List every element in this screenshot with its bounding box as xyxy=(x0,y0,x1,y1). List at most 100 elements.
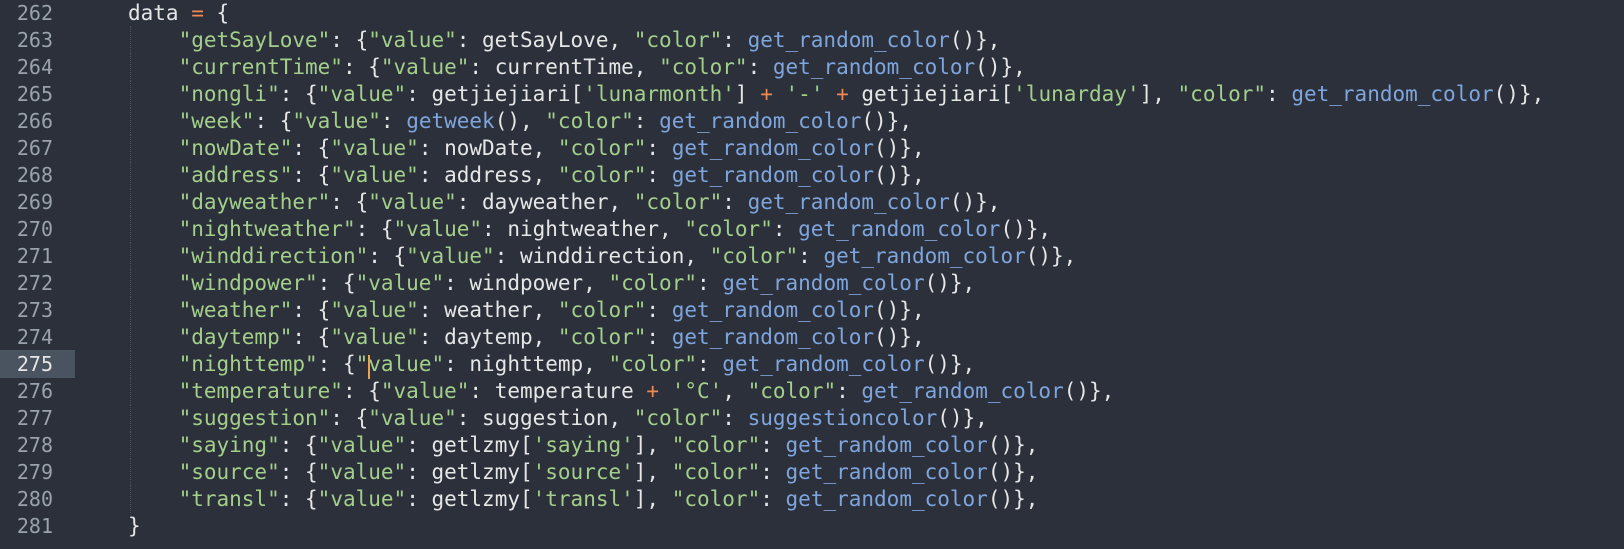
code-text: : xyxy=(760,487,786,511)
string-token: "value" xyxy=(406,244,495,268)
code-line[interactable]: 280 "transl": {"value": getlzmy['transl'… xyxy=(0,485,1624,513)
code-line[interactable]: 279 "source": {"value": getlzmy['source'… xyxy=(0,458,1624,486)
code-text: : xyxy=(836,379,862,403)
string-token: "value" xyxy=(330,163,419,187)
code-text: ()}, xyxy=(987,433,1039,457)
string-token: "color" xyxy=(633,28,723,52)
code-text: : windpower, xyxy=(444,271,609,295)
code-text: : address, xyxy=(418,163,558,187)
line-number: 278 xyxy=(16,433,53,457)
string-token: "currentTime" xyxy=(178,55,343,79)
code-content: "week": {"value": getweek(), "color": ge… xyxy=(128,107,912,135)
code-text: : xyxy=(633,109,660,133)
code-content: "nighttemp": {" value": nighttemp, "color… xyxy=(128,350,976,379)
string-token: "color" xyxy=(633,406,723,430)
code-text: : { xyxy=(279,487,318,511)
string-token: "value" xyxy=(393,217,483,241)
string-token: "nowDate" xyxy=(178,136,293,160)
code-text: : { xyxy=(279,82,318,106)
code-content: } xyxy=(128,512,141,540)
code-line[interactable]: 277 "suggestion": {"value": suggestion, … xyxy=(0,404,1624,432)
string-token: 'lunarmonth' xyxy=(583,82,735,106)
code-line[interactable]: 264 "currentTime": {"value": currentTime… xyxy=(0,53,1624,81)
code-text: : { xyxy=(330,406,369,430)
code-line[interactable]: 269 "dayweather": {"value": dayweather, … xyxy=(0,188,1624,216)
line-number: 266 xyxy=(16,109,53,133)
string-token: "color" xyxy=(557,136,647,160)
code-line[interactable]: 276 "temperature": {"value": temperature… xyxy=(0,377,1624,405)
operator-token: + xyxy=(646,379,660,403)
string-token: "source" xyxy=(178,460,280,484)
code-text: ()}, xyxy=(924,352,976,376)
string-token: "suggestion" xyxy=(178,406,331,430)
string-token: "color" xyxy=(608,271,697,295)
code-text: ()}, xyxy=(937,406,988,430)
code-content: "temperature": {"value": temperature + '… xyxy=(128,377,1115,405)
code-line[interactable]: 268 "address": {"value": address, "color… xyxy=(0,161,1624,189)
string-token: "nighttemp" xyxy=(178,352,318,376)
code-text: : xyxy=(772,217,799,241)
function-token: suggestioncolor xyxy=(747,406,938,430)
code-line[interactable]: 281} xyxy=(0,512,1624,540)
code-text: (), xyxy=(494,109,546,133)
function-token: get_random_color xyxy=(747,190,950,214)
code-line[interactable]: 274 "daytemp": {"value": daytemp, "color… xyxy=(0,323,1624,351)
string-token: "temperature" xyxy=(178,379,343,403)
function-token: get_random_color xyxy=(785,487,988,511)
code-content: "suggestion": {"value": suggestion, "col… xyxy=(128,404,988,432)
code-line[interactable]: 270 "nightweather": {"value": nightweath… xyxy=(0,215,1624,243)
code-text: ()}, xyxy=(1025,244,1077,268)
code-content: "dayweather": {"value": dayweather, "col… xyxy=(128,188,1001,216)
code-editor[interactable]: 262 data = {263 "getSayLove": {"value": g… xyxy=(0,0,1624,549)
code-text: : { xyxy=(292,163,331,187)
code-content: "weather": {"value": weather, "color": g… xyxy=(128,296,925,324)
string-token: "value" xyxy=(368,190,457,214)
line-number: 268 xyxy=(16,163,53,187)
string-token: "color" xyxy=(671,487,761,511)
code-text: : { xyxy=(292,136,331,160)
string-token: "value" xyxy=(317,433,407,457)
line-number: 280 xyxy=(16,487,53,511)
code-line[interactable]: 271 "winddirection": {"value": winddirec… xyxy=(0,242,1624,270)
code-line[interactable]: 273 "weather": {"value": weather, "color… xyxy=(0,296,1624,324)
string-token: '°C' xyxy=(671,379,723,403)
code-content: "saying": {"value": getlzmy['saying'], "… xyxy=(128,431,1039,459)
code-line[interactable]: 267 "nowDate": {"value": nowDate, "color… xyxy=(0,134,1624,162)
string-token: "nongli" xyxy=(178,82,280,106)
code-text: : { xyxy=(342,379,381,403)
code-line[interactable]: 265 "nongli": {"value": getjiejiari['lun… xyxy=(0,80,1624,108)
string-token: '-' xyxy=(785,82,824,106)
function-token: get_random_color xyxy=(659,109,862,133)
code-text: ()}, xyxy=(949,190,1001,214)
code-content: "nongli": {"value": getjiejiari['lunarmo… xyxy=(128,80,1545,108)
code-line[interactable]: 272 "windpower": {"value": windpower, "c… xyxy=(0,269,1624,297)
code-line[interactable]: 266 "week": {"value": getweek(), "color"… xyxy=(0,107,1624,135)
string-token: "value" xyxy=(380,379,470,403)
string-token: "daytemp" xyxy=(178,325,293,349)
string-token: 'transl' xyxy=(532,487,634,511)
line-number: 274 xyxy=(16,325,53,349)
code-line[interactable]: 263 "getSayLove": {"value": getSayLove, … xyxy=(0,26,1624,54)
code-text: ], xyxy=(1139,82,1178,106)
function-token: get_random_color xyxy=(823,244,1026,268)
code-text: getjiejiari[ xyxy=(848,82,1014,106)
code-text: : xyxy=(798,244,824,268)
code-text: ()}, xyxy=(924,271,976,295)
string-token: "value" xyxy=(330,136,419,160)
code-area[interactable]: 262 data = {263 "getSayLove": {"value": g… xyxy=(0,0,1624,549)
string-token: "value" xyxy=(355,271,445,295)
code-text: : xyxy=(760,460,786,484)
code-line[interactable]: 275 "nighttemp": {" value": nighttemp, "c… xyxy=(0,350,1624,379)
code-line[interactable]: 262 data = { xyxy=(0,0,1624,27)
string-token: "color" xyxy=(747,379,837,403)
code-line[interactable]: 278 "saying": {"value": getlzmy['saying'… xyxy=(0,431,1624,459)
line-number: 272 xyxy=(16,271,53,295)
code-text: data xyxy=(128,1,192,25)
string-token: "color" xyxy=(659,55,748,79)
string-token: "value" xyxy=(380,55,470,79)
string-token: "week" xyxy=(178,109,255,133)
code-content: "windpower": {"value": windpower, "color… xyxy=(128,269,976,297)
string-token: "value" xyxy=(368,28,457,52)
string-token: "color" xyxy=(608,352,697,376)
